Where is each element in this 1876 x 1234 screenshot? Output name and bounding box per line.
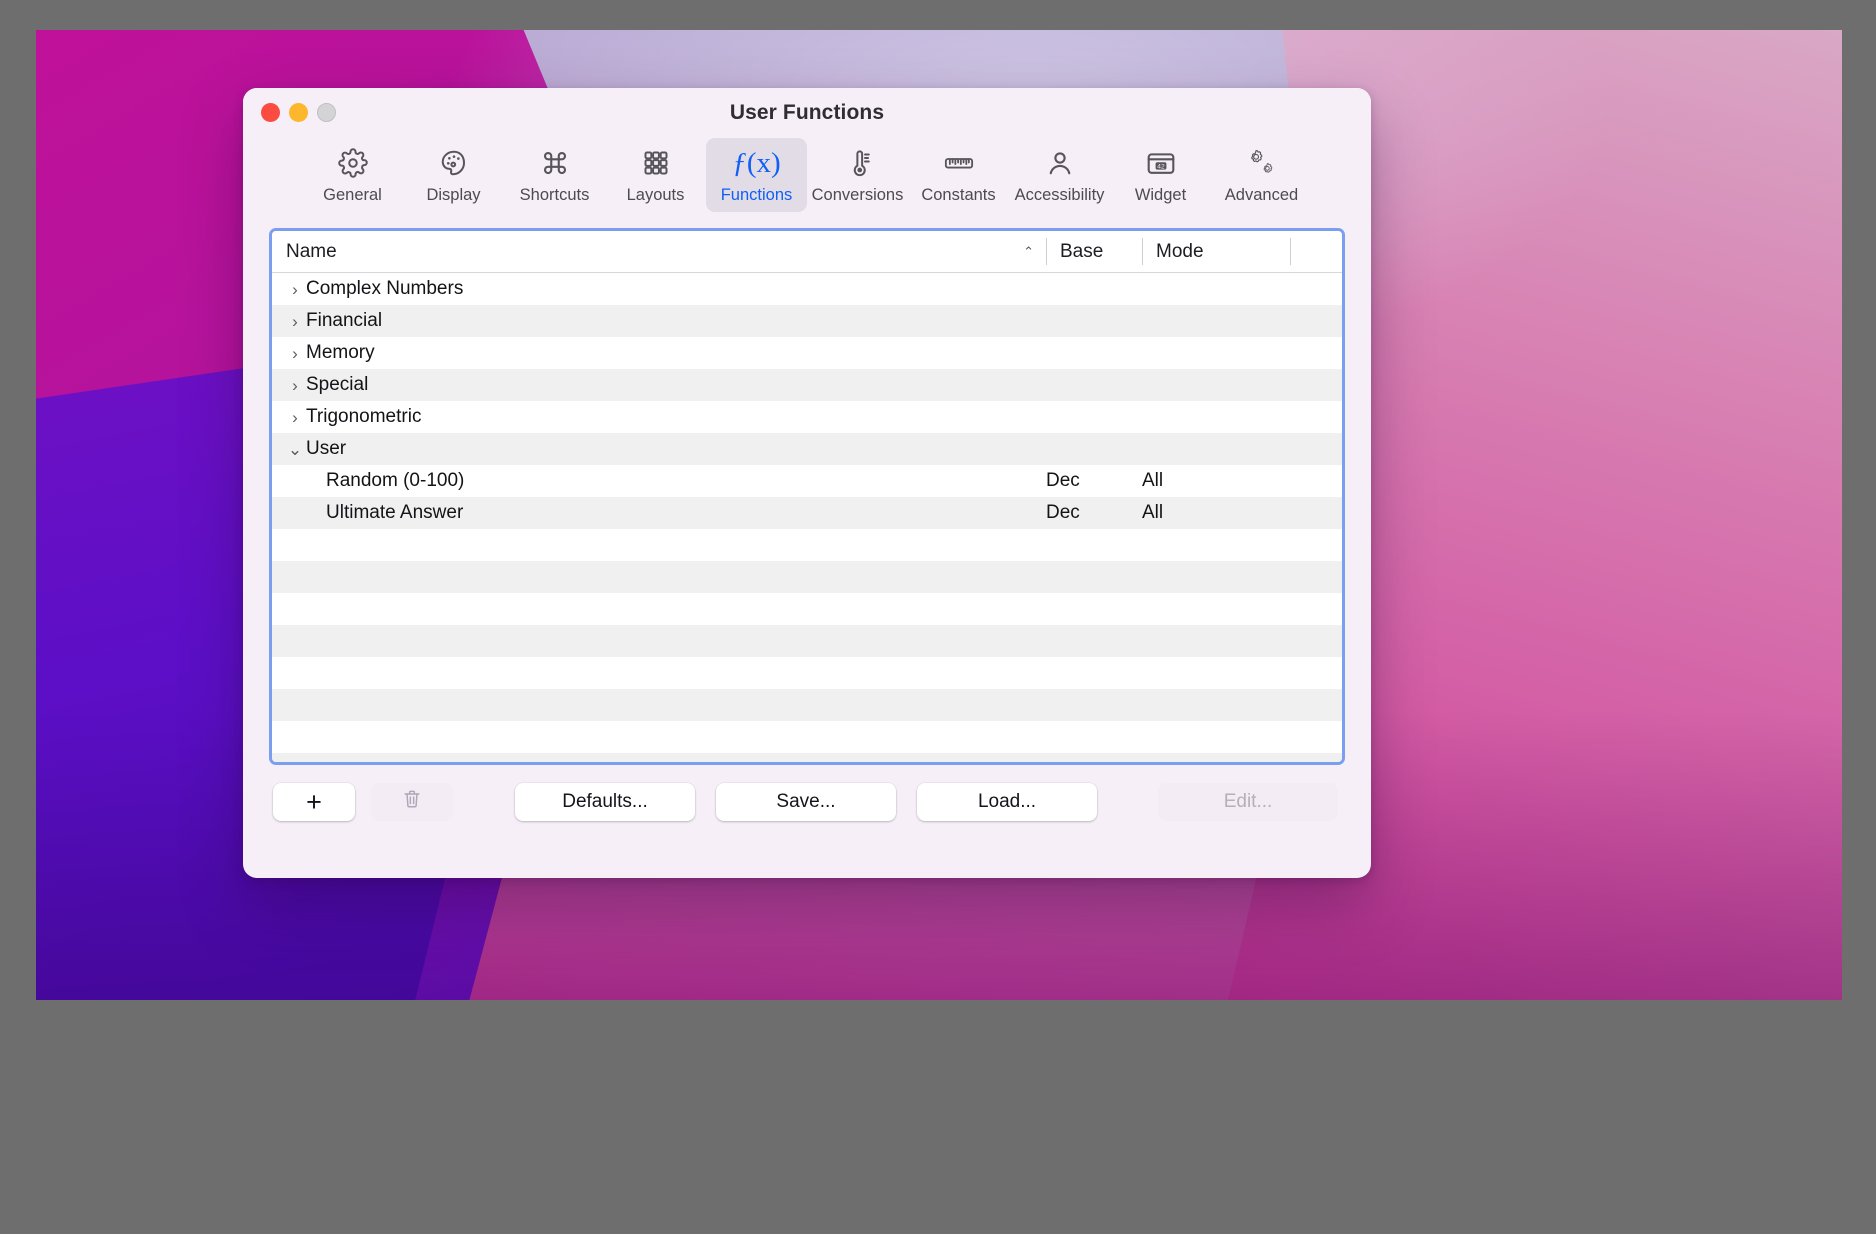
row-name-label: Complex Numbers [306,278,464,299]
toolbar-item-layouts[interactable]: Layouts [605,138,706,212]
column-header-mode-label: Mode [1156,240,1204,262]
delete-function-button[interactable] [371,783,453,821]
table-row[interactable]: › Trigonometric [272,401,1342,433]
screen: User Functions General Display Shortcuts… [0,0,1876,1234]
toolbar-item-conversions[interactable]: Conversions [807,138,908,212]
toolbar-item-widget[interactable]: 42 Widget [1110,138,1211,212]
column-header-mode[interactable]: Mode [1142,231,1290,272]
widget-42-icon: 42 [1145,146,1177,180]
table-header-row: Name ⌃ Base Mode [272,231,1342,273]
row-name-label: User [306,438,347,459]
save-button[interactable]: Save... [716,783,896,821]
toolbar-label-general: General [323,186,382,204]
cell-name: Random (0-100) [272,470,1046,492]
cell-name: › Trigonometric [272,406,1046,428]
load-button[interactable]: Load... [917,783,1097,821]
chevron-right-icon[interactable]: › [284,281,306,298]
toolbar-label-widget: Widget [1134,186,1187,204]
table-row[interactable]: › Financial [272,305,1342,337]
toolbar-label-advanced: Advanced [1224,186,1299,204]
cell-name: › Special [272,374,1046,396]
plus-icon: + [306,786,322,817]
row-name-label: Special [306,374,369,395]
preferences-window: User Functions General Display Shortcuts… [243,88,1371,878]
table-row[interactable]: Ultimate Answer Dec All [272,497,1342,529]
chevron-right-icon[interactable]: › [284,377,306,394]
toolbar-label-conversions: Conversions [811,186,904,204]
column-header-name[interactable]: Name ⌃ [272,231,1046,272]
cell-base: Dec [1046,502,1080,523]
row-name-label: Trigonometric [306,406,422,427]
svg-text:42: 42 [1157,163,1165,170]
cell-mode: All [1142,470,1164,491]
palette-icon [439,146,469,180]
toolbar-label-display: Display [426,186,481,204]
table-row-empty [272,561,1342,593]
table-row[interactable]: › Memory [272,337,1342,369]
window-title: User Functions [729,101,885,124]
column-header-base-label: Base [1060,240,1104,262]
chevron-right-icon[interactable]: › [284,345,306,362]
preferences-toolbar: General Display Shortcuts Layouts ƒ(x) F… [243,138,1371,216]
ruler-icon [943,146,975,180]
cell-name: › Financial [272,310,1046,332]
two-gears-icon [1246,146,1278,180]
cell-name: › Memory [272,342,1046,364]
row-name-label: Random (0-100) [326,470,465,491]
column-header-base[interactable]: Base [1046,231,1142,272]
table-row[interactable]: › Complex Numbers [272,273,1342,305]
toolbar-item-functions[interactable]: ƒ(x) Functions [706,138,807,212]
action-button-bar: + Defaults... Save... Load... Edit... [269,765,1345,839]
command-key-icon [540,146,570,180]
cell-name: › Complex Numbers [272,278,1046,300]
sort-ascending-icon: ⌃ [1023,244,1034,259]
table-row-empty [272,625,1342,657]
trash-icon [401,787,423,817]
table-row-empty [272,689,1342,721]
cell-name: Ultimate Answer [272,502,1046,524]
grid-icon [642,146,670,180]
table-body: › Complex Numbers › Financial › Memory › Specia… [272,273,1342,762]
thermometer-icon [843,146,873,180]
window-titlebar: User Functions [243,88,1371,138]
chevron-down-icon[interactable]: ⌄ [284,441,306,458]
add-function-button[interactable]: + [273,783,355,821]
functions-pane: Name ⌃ Base Mode › Complex Numbers › Financ… [243,216,1371,878]
table-row-empty [272,593,1342,625]
cell-name: ⌄ User [272,438,1046,460]
column-header-name-label: Name [286,240,337,262]
person-icon [1045,146,1075,180]
chevron-right-icon[interactable]: › [284,409,306,426]
toolbar-item-shortcuts[interactable]: Shortcuts [504,138,605,212]
row-name-label: Ultimate Answer [326,502,464,523]
toolbar-item-accessibility[interactable]: Accessibility [1009,138,1110,212]
defaults-button[interactable]: Defaults... [515,783,695,821]
column-header-spacer [1290,231,1342,272]
toolbar-item-advanced[interactable]: Advanced [1211,138,1312,212]
toolbar-label-functions: Functions [720,186,793,204]
toolbar-label-accessibility: Accessibility [1014,186,1105,204]
table-row[interactable]: ⌄ User [272,433,1342,465]
chevron-right-icon[interactable]: › [284,313,306,330]
table-row-empty [272,753,1342,762]
toolbar-label-shortcuts: Shortcuts [519,186,590,204]
row-name-label: Memory [306,342,375,363]
cell-mode: All [1142,502,1164,523]
table-row-empty [272,657,1342,689]
toolbar-label-constants: Constants [921,186,996,204]
fx-icon: ƒ(x) [732,146,781,179]
functions-table[interactable]: Name ⌃ Base Mode › Complex Numbers › Financ… [269,228,1345,765]
toolbar-item-display[interactable]: Display [403,138,504,212]
table-row[interactable]: Random (0-100) Dec All [272,465,1342,497]
table-row[interactable]: › Special [272,369,1342,401]
gear-icon [337,146,368,180]
cell-base: Dec [1046,470,1080,491]
toolbar-item-general[interactable]: General [302,138,403,212]
toolbar-label-layouts: Layouts [626,186,685,204]
toolbar-item-constants[interactable]: Constants [908,138,1009,212]
table-row-empty [272,721,1342,753]
edit-button[interactable]: Edit... [1158,783,1338,821]
table-row-empty [272,529,1342,561]
row-name-label: Financial [306,310,383,331]
